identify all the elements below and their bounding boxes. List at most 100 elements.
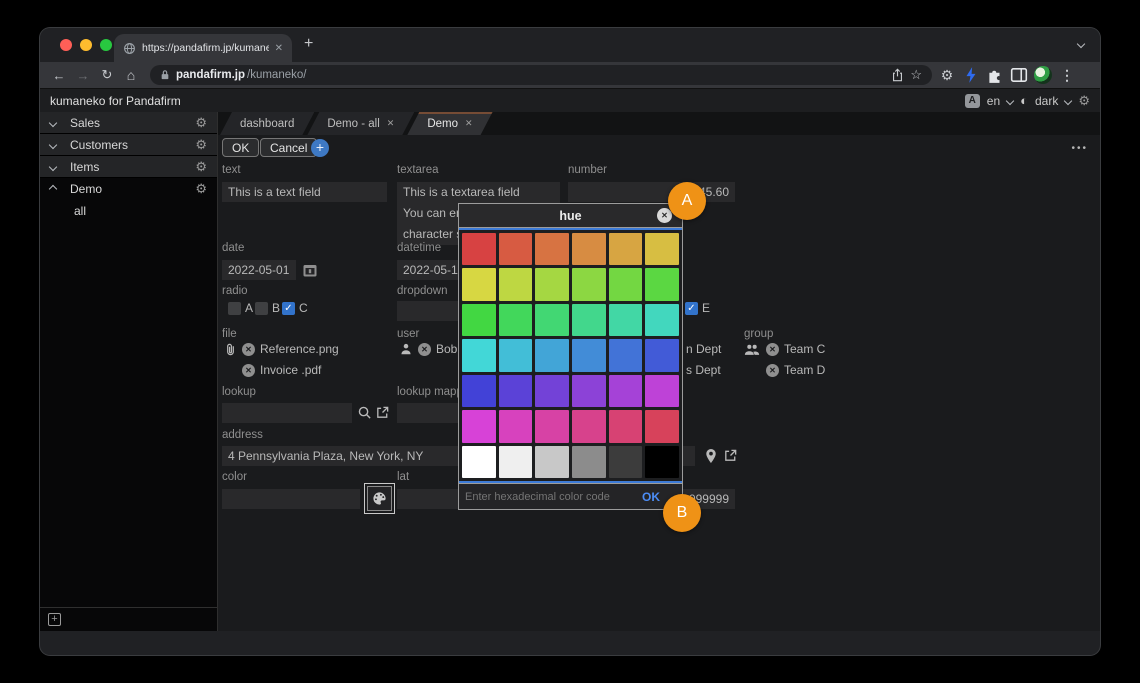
profile-avatar[interactable] bbox=[1034, 66, 1052, 84]
color-swatch[interactable] bbox=[645, 410, 679, 442]
calendar-icon[interactable] bbox=[302, 262, 318, 278]
color-swatch[interactable] bbox=[499, 268, 533, 300]
date-field-input[interactable] bbox=[222, 260, 296, 280]
color-swatch[interactable] bbox=[499, 304, 533, 336]
extensions-puzzle-icon[interactable] bbox=[986, 66, 1004, 84]
browser-tab-close-icon[interactable] bbox=[275, 43, 283, 54]
remove-group-icon[interactable] bbox=[766, 343, 779, 356]
contrast-icon[interactable] bbox=[1020, 92, 1028, 110]
color-swatch[interactable] bbox=[535, 268, 569, 300]
app-settings-gear-icon[interactable] bbox=[1078, 92, 1090, 109]
color-swatch[interactable] bbox=[535, 304, 569, 336]
color-swatch[interactable] bbox=[499, 339, 533, 371]
sidebar-item-sales[interactable]: Sales bbox=[40, 112, 217, 134]
color-swatch[interactable] bbox=[462, 375, 496, 407]
map-pin-icon[interactable] bbox=[704, 448, 718, 464]
chevron-up-icon[interactable] bbox=[49, 185, 57, 193]
theme-selector[interactable]: dark bbox=[1035, 94, 1058, 108]
new-tab-button[interactable] bbox=[304, 35, 313, 53]
color-swatch[interactable] bbox=[609, 375, 643, 407]
number-field-input[interactable] bbox=[568, 182, 735, 202]
color-picker-ok-button[interactable]: OK bbox=[642, 490, 660, 504]
ok-button[interactable]: OK bbox=[222, 138, 259, 157]
chevron-down-icon[interactable] bbox=[49, 118, 57, 126]
color-field-input[interactable] bbox=[222, 489, 360, 509]
color-swatch[interactable] bbox=[462, 339, 496, 371]
color-swatch[interactable] bbox=[572, 410, 606, 442]
browser-tab[interactable]: https://pandafirm.jp/kumaneko bbox=[114, 34, 292, 62]
tab-demo[interactable]: Demo bbox=[407, 112, 492, 135]
search-icon[interactable] bbox=[357, 405, 372, 420]
color-swatch[interactable] bbox=[572, 268, 606, 300]
text-field-input[interactable] bbox=[222, 182, 387, 202]
lookup-field-input[interactable] bbox=[222, 403, 352, 423]
color-swatch[interactable] bbox=[572, 304, 606, 336]
color-picker-button[interactable] bbox=[364, 483, 395, 514]
color-swatch[interactable] bbox=[572, 375, 606, 407]
color-swatch[interactable] bbox=[572, 446, 606, 478]
color-swatch[interactable] bbox=[535, 446, 569, 478]
home-button[interactable] bbox=[122, 67, 140, 83]
remove-group-icon[interactable] bbox=[766, 364, 779, 377]
gear-icon[interactable] bbox=[195, 136, 207, 154]
external-link-icon[interactable] bbox=[723, 448, 738, 463]
remove-file-icon[interactable] bbox=[242, 343, 255, 356]
browser-menu-icon[interactable] bbox=[1058, 66, 1076, 84]
color-swatch[interactable] bbox=[499, 233, 533, 265]
remove-user-icon[interactable] bbox=[418, 343, 431, 356]
sidebar-subitem-all[interactable]: all bbox=[40, 200, 217, 222]
share-icon[interactable] bbox=[891, 68, 904, 82]
color-swatch[interactable] bbox=[535, 410, 569, 442]
tab-close-icon[interactable] bbox=[387, 118, 395, 129]
forward-button[interactable] bbox=[74, 68, 92, 83]
color-swatch[interactable] bbox=[609, 339, 643, 371]
tab-demo-all[interactable]: Demo - all bbox=[307, 112, 414, 135]
back-button[interactable] bbox=[50, 68, 68, 83]
gear-icon[interactable] bbox=[195, 114, 207, 132]
color-swatch[interactable] bbox=[572, 233, 606, 265]
language-chevron-icon[interactable] bbox=[1006, 96, 1014, 104]
language-selector[interactable]: en bbox=[987, 94, 1000, 108]
sidebar-item-customers[interactable]: Customers bbox=[40, 134, 217, 156]
color-swatch[interactable] bbox=[645, 446, 679, 478]
color-swatch[interactable] bbox=[572, 339, 606, 371]
color-swatch[interactable] bbox=[462, 446, 496, 478]
color-swatch[interactable] bbox=[645, 233, 679, 265]
hex-code-input[interactable] bbox=[459, 491, 642, 503]
checkbox-e[interactable] bbox=[685, 302, 698, 315]
tab-dashboard[interactable]: dashboard bbox=[220, 112, 314, 135]
minimize-window-button[interactable] bbox=[80, 39, 92, 51]
color-swatch[interactable] bbox=[462, 268, 496, 300]
chevron-down-icon[interactable] bbox=[49, 162, 57, 170]
color-swatch[interactable] bbox=[535, 233, 569, 265]
color-picker-header[interactable]: hue bbox=[459, 204, 682, 228]
tab-list-chevron-icon[interactable] bbox=[1077, 40, 1085, 48]
color-swatch[interactable] bbox=[499, 410, 533, 442]
color-swatch[interactable] bbox=[499, 375, 533, 407]
add-button[interactable] bbox=[311, 139, 329, 157]
gear-icon[interactable] bbox=[195, 180, 207, 198]
extension-gear-icon[interactable] bbox=[938, 66, 956, 84]
radio-option-b-checkbox[interactable] bbox=[255, 302, 268, 315]
color-swatch[interactable] bbox=[645, 339, 679, 371]
chevron-down-icon[interactable] bbox=[49, 140, 57, 148]
add-app-icon[interactable] bbox=[48, 613, 61, 626]
color-swatch[interactable] bbox=[462, 233, 496, 265]
color-swatch[interactable] bbox=[609, 410, 643, 442]
side-panel-icon[interactable] bbox=[1010, 66, 1028, 84]
color-swatch[interactable] bbox=[609, 446, 643, 478]
address-bar[interactable]: pandafirm.jp /kumaneko/ bbox=[150, 65, 932, 85]
color-swatch[interactable] bbox=[462, 304, 496, 336]
bolt-extension-icon[interactable] bbox=[962, 66, 980, 84]
theme-chevron-icon[interactable] bbox=[1064, 96, 1072, 104]
color-swatch[interactable] bbox=[535, 375, 569, 407]
external-link-icon[interactable] bbox=[375, 405, 390, 420]
color-swatch[interactable] bbox=[645, 375, 679, 407]
more-options-icon[interactable] bbox=[1071, 143, 1088, 154]
sidebar-item-items[interactable]: Items bbox=[40, 156, 217, 178]
gear-icon[interactable] bbox=[195, 158, 207, 176]
color-swatch[interactable] bbox=[535, 339, 569, 371]
color-swatch[interactable] bbox=[645, 304, 679, 336]
tab-close-icon[interactable] bbox=[465, 118, 473, 129]
reload-button[interactable] bbox=[98, 67, 116, 83]
